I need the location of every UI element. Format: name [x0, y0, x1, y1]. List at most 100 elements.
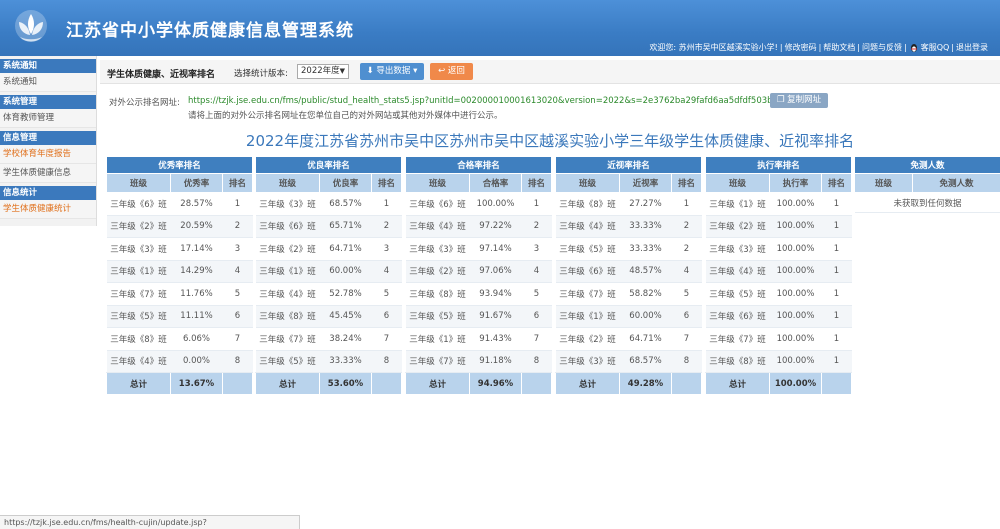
- change-password-link[interactable]: 修改密码: [785, 42, 817, 53]
- public-url-note: 请将上面的对外公示排名网址在您单位自己的对外网站或其他对外媒体中进行公示。: [188, 111, 503, 121]
- sidebar-group-info[interactable]: 信息管理: [0, 131, 96, 145]
- column-header: 排名: [221, 173, 254, 193]
- class-cell: 三年级《6》班: [705, 305, 770, 328]
- class-cell: 三年级《1》班: [555, 305, 620, 328]
- sidebar-group-notice[interactable]: 系统通知: [0, 59, 96, 73]
- class-cell: 三年级《5》班: [405, 305, 470, 328]
- public-url-text[interactable]: https://tzjk.jse.edu.cn/fms/public/stud_…: [188, 96, 804, 106]
- class-cell: 三年级《2》班: [106, 215, 171, 238]
- class-cell: 三年级《2》班: [705, 215, 770, 238]
- class-cell: 三年级《6》班: [405, 192, 470, 216]
- column-header: 班级: [854, 173, 913, 193]
- rate-cell: 100.00%: [769, 192, 822, 216]
- rate-cell: 97.14%: [469, 237, 522, 261]
- rank-cell: 2: [222, 215, 253, 238]
- sidebar-item-health-stats[interactable]: 学生体质健康统计: [0, 200, 96, 219]
- table-row: 三年级《4》班 52.78% 5: [255, 282, 402, 306]
- rate-cell: 100.00%: [769, 282, 822, 306]
- rate-cell: 60.00%: [619, 305, 672, 328]
- class-cell: 三年级《7》班: [705, 327, 770, 351]
- class-cell: 三年级《3》班: [255, 192, 320, 216]
- version-select[interactable]: 2022年度 ▼: [297, 64, 349, 79]
- table-row: 三年级《3》班 100.00% 1: [705, 237, 852, 261]
- column-header: 班级: [555, 173, 620, 193]
- column-header: 班级: [705, 173, 770, 193]
- rate-cell: 100.00%: [469, 192, 522, 216]
- rank-cell: 6: [222, 305, 253, 328]
- rate-cell: 11.11%: [170, 305, 223, 328]
- total-row: 总计 53.60%: [255, 372, 403, 395]
- rate-cell: 45.45%: [319, 305, 372, 328]
- rank-cell: 3: [222, 237, 253, 261]
- logout-link[interactable]: 退出登录: [956, 42, 988, 53]
- class-cell: 三年级《4》班: [555, 215, 620, 238]
- class-cell: 三年级《2》班: [555, 327, 620, 351]
- rank-cell: 5: [222, 282, 253, 306]
- table-row: 三年级《6》班 28.57% 1: [106, 192, 253, 216]
- rank-cell: 1: [821, 282, 852, 306]
- sidebar-item-student-health-info[interactable]: 学生体质健康信息: [0, 164, 96, 183]
- column-header: 优良率: [319, 173, 372, 193]
- caret-down-icon: ▾: [413, 66, 418, 76]
- rank-cell: 3: [371, 237, 402, 261]
- class-cell: 三年级《7》班: [555, 282, 620, 306]
- table-row: 三年级《7》班 91.18% 8: [405, 350, 552, 373]
- rate-cell: 33.33%: [619, 215, 672, 238]
- column-header: 优秀率: [170, 173, 223, 193]
- rate-cell: 91.67%: [469, 305, 522, 328]
- rank-cell: 1: [222, 192, 253, 216]
- version-label: 选择统计版本:: [234, 69, 288, 79]
- table-row: 三年级《8》班 45.45% 6: [255, 305, 402, 328]
- return-arrow-icon: ↩: [438, 66, 446, 76]
- copy-url-label: 复制网址: [787, 95, 822, 105]
- export-data-button[interactable]: ⬇ 导出数据 ▾: [360, 63, 424, 80]
- sidebar-item-annual-report[interactable]: 学校体育年度报告: [0, 145, 96, 164]
- public-url-label: 对外公示排名网址:: [109, 98, 180, 108]
- rate-cell: 58.82%: [619, 282, 672, 306]
- help-docs-link[interactable]: 帮助文档: [823, 42, 855, 53]
- table-row: 三年级《2》班 64.71% 3: [255, 237, 402, 261]
- ranking-heading: 2022年度江苏省苏州市吴中区苏州市吴中区越溪实验小学三年级学生体质健康、近视率…: [245, 132, 855, 150]
- rate-cell: 48.57%: [619, 260, 672, 283]
- back-button[interactable]: ↩ 返回: [430, 63, 473, 80]
- sidebar-item-system-notice[interactable]: 系统通知: [0, 73, 96, 92]
- rate-cell: 100.00%: [769, 350, 822, 373]
- copy-url-button[interactable]: ❐ 复制网址: [770, 93, 828, 108]
- total-label: 总计: [405, 372, 470, 395]
- rank-cell: 6: [521, 305, 552, 328]
- class-cell: 三年级《6》班: [255, 215, 320, 238]
- rate-cell: 65.71%: [319, 215, 372, 238]
- sidebar: 系统通知 系统通知 系统管理 体育教师管理 信息管理 学校体育年度报告 学生体质…: [0, 56, 97, 226]
- class-cell: 三年级《1》班: [405, 327, 470, 351]
- rank-cell: 1: [821, 192, 852, 216]
- class-cell: 三年级《5》班: [705, 282, 770, 306]
- rate-cell: 38.24%: [319, 327, 372, 351]
- sidebar-group-system[interactable]: 系统管理: [0, 95, 96, 109]
- class-cell: 三年级《8》班: [106, 327, 171, 351]
- sidebar-item-teacher-management[interactable]: 体育教师管理: [0, 109, 96, 128]
- customer-service-qq-link[interactable]: 客服QQ: [921, 42, 950, 53]
- table-row: 三年级《1》班 60.00% 4: [255, 260, 402, 283]
- table-row: 三年级《3》班 68.57% 1: [255, 192, 402, 216]
- page-title: 学生体质健康、近视率排名: [107, 70, 216, 80]
- column-header: 免测人数: [911, 173, 1000, 193]
- rank-cell: 1: [821, 350, 852, 373]
- table-row: 三年级《3》班 68.57% 8: [555, 350, 702, 373]
- table-row: 三年级《2》班 64.71% 7: [555, 327, 702, 351]
- sidebar-group-stats[interactable]: 信息统计: [0, 186, 96, 200]
- total-value: 53.60%: [319, 372, 372, 395]
- table-row: 三年级《5》班 33.33% 2: [555, 237, 702, 261]
- rank-cell: 2: [371, 215, 402, 238]
- feedback-link[interactable]: 问题与反馈: [862, 42, 902, 53]
- rate-cell: 27.27%: [619, 192, 672, 216]
- table-title: 优良率排名: [254, 156, 403, 174]
- total-empty: [820, 372, 853, 395]
- class-cell: 三年级《6》班: [555, 260, 620, 283]
- browser-status-bar: https://tzjk.jse.edu.cn/fms/health-cujin…: [0, 515, 300, 529]
- table-row: 三年级《2》班 97.06% 4: [405, 260, 552, 283]
- rank-cell: 1: [821, 327, 852, 351]
- total-empty: [520, 372, 553, 395]
- rate-cell: 100.00%: [769, 260, 822, 283]
- rank-cell: 6: [671, 305, 702, 328]
- rank-cell: 7: [671, 327, 702, 351]
